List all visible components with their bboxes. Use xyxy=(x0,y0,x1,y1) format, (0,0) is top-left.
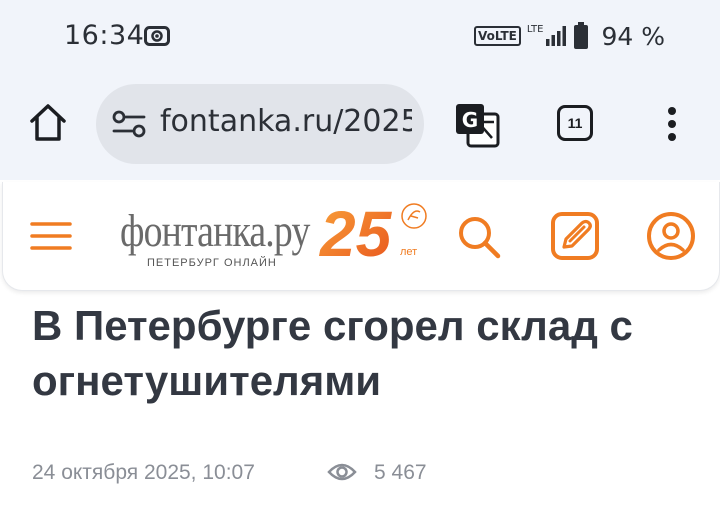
battery-percent: 94 % xyxy=(601,21,665,51)
screen-record-icon xyxy=(144,26,170,46)
view-count: 5 467 xyxy=(374,461,427,484)
anniversary-suffix: лет xyxy=(400,246,417,258)
url-text[interactable]: fontanka.ru/2025 xyxy=(160,104,412,139)
profile-icon[interactable] xyxy=(646,211,696,261)
anniversary-number: 25 xyxy=(319,198,393,266)
home-icon[interactable] xyxy=(28,101,68,143)
search-icon[interactable] xyxy=(456,214,502,260)
article-title: В Петербурге сгорел склад с огнетушителя… xyxy=(32,302,633,404)
eye-icon xyxy=(327,463,357,481)
menu-icon[interactable] xyxy=(30,220,72,252)
more-vert-icon[interactable] xyxy=(660,104,684,144)
svg-text:G: G xyxy=(462,108,478,132)
status-indicators: VoLTE LTE 94 % xyxy=(473,20,665,52)
signal-icon xyxy=(546,26,567,46)
site-logo-subtitle: ПЕТЕРБУРГ ОНЛАЙН xyxy=(147,257,277,269)
battery-icon xyxy=(574,22,589,49)
lte-label: LTE xyxy=(526,24,544,35)
tabs-icon[interactable]: 11 xyxy=(557,105,593,141)
site-logo[interactable]: фонтанка.ру xyxy=(120,204,310,257)
anniversary-badge: 25 лет xyxy=(319,198,427,266)
edit-icon[interactable] xyxy=(550,211,600,261)
article-date: 24 октября 2025, 10:07 xyxy=(32,461,255,484)
site-settings-icon[interactable] xyxy=(112,109,146,139)
volte-badge: VoLTE xyxy=(473,26,521,46)
status-time: 16:34 xyxy=(64,20,145,51)
translate-icon[interactable]: G xyxy=(454,102,500,148)
